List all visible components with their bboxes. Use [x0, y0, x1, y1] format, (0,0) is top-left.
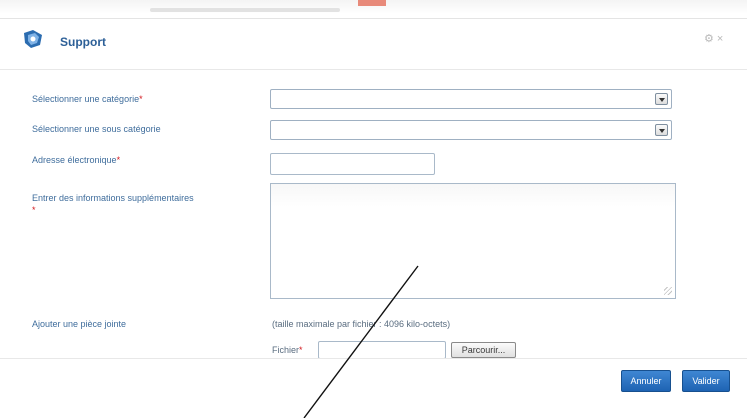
dialog-title: Support [60, 35, 106, 49]
background-red-tab [358, 0, 386, 6]
footer-divider [0, 358, 747, 359]
required-mark: * [116, 155, 121, 165]
email-field[interactable] [270, 153, 435, 175]
subcategory-label: Sélectionner une sous catégorie [32, 124, 161, 134]
attachment-label: Ajouter une pièce jointe [32, 319, 127, 329]
category-select[interactable] [270, 89, 672, 109]
info-label: Entrer des informations supplémentaires * [32, 193, 194, 215]
chevron-down-icon[interactable] [655, 93, 668, 105]
submit-button[interactable]: Valider [682, 370, 730, 392]
cancel-button[interactable]: Annuler [621, 370, 671, 392]
required-mark: * [299, 345, 303, 355]
info-textarea[interactable] [270, 183, 676, 299]
help-close-icon[interactable]: ⚙ × [704, 32, 723, 45]
background-page-strip [0, 0, 747, 14]
chevron-down-icon[interactable] [655, 124, 668, 136]
file-size-note: (taille maximale par fichier : 4096 kilo… [272, 319, 451, 329]
required-mark: * [32, 205, 36, 215]
file-input[interactable] [318, 341, 446, 359]
resize-grip-icon[interactable] [664, 287, 672, 295]
email-label: Adresse électronique* [32, 155, 121, 165]
category-label: Sélectionner une catégorie* [32, 94, 143, 104]
required-mark: * [139, 94, 143, 104]
file-label: Fichier* [272, 345, 303, 355]
background-nav-blur [150, 8, 340, 12]
dialog-header: Support ⚙ × [0, 18, 747, 70]
support-logo-icon [24, 30, 42, 48]
subcategory-select[interactable] [270, 120, 672, 140]
browse-button[interactable]: Parcourir... [451, 342, 516, 358]
